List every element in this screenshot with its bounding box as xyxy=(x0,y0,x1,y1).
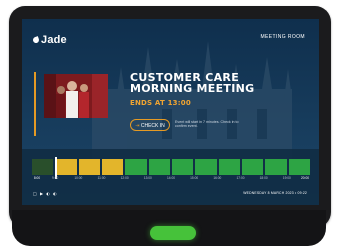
timeline-tick-label: 20:00 xyxy=(301,176,309,180)
display-screen: Jade MEETING ROOM CUSTOMER CARE MORNING … xyxy=(22,19,319,205)
arrow-in-icon: ⇥ xyxy=(135,123,140,129)
check-in-button[interactable]: ⇥ CHECK IN xyxy=(130,119,170,131)
day-timeline xyxy=(32,159,310,175)
timeline-tick-label: 16:00 xyxy=(213,176,222,180)
people-image xyxy=(44,74,108,118)
timeline-tick-label: 18:00 xyxy=(259,176,268,180)
timeline-tick-label: 8:00 xyxy=(33,176,41,180)
meeting-end-time: ENDS AT 13:00 xyxy=(130,99,191,107)
timeline-tick-label: 15:00 xyxy=(190,176,199,180)
timeline-tick-label: 12:00 xyxy=(120,176,129,180)
current-datetime: WEDNESDAY 8 MARCH 2023 • 09:22 xyxy=(243,191,307,195)
checkin-note: Event will start in 7 minutes. Check in … xyxy=(175,120,239,129)
timeline-slot-free[interactable] xyxy=(265,159,287,175)
timeline-slot-free[interactable] xyxy=(241,159,264,175)
timeline-tick-label: 19:00 xyxy=(282,176,291,180)
timeline-tick-label: 10:00 xyxy=(74,176,83,180)
accent-bar xyxy=(34,72,36,136)
timeline-slot-free[interactable] xyxy=(148,159,170,175)
timeline-tick-label: 17:00 xyxy=(236,176,245,180)
status-led xyxy=(150,226,196,240)
logo-text: Jade xyxy=(41,34,67,46)
timeline-ticks: 8:00 9:00 10:00 11:00 12:00 13:00 14:00 15:00 16… xyxy=(32,176,310,182)
timeline-tick-label: 9:00 xyxy=(52,176,59,180)
meeting-title: CUSTOMER CARE MORNING MEETING xyxy=(130,71,255,95)
timeline-tick-label: 13:00 xyxy=(143,176,152,180)
timeline-tick-label: 14:00 xyxy=(167,176,175,180)
timeline-slot-occupied xyxy=(55,159,77,175)
check-in-label: CHECK IN xyxy=(140,123,165,129)
timeline-slot-free[interactable] xyxy=(195,159,217,175)
timeline-slot-occupied xyxy=(101,159,124,175)
timeline-slot-free[interactable] xyxy=(218,159,240,175)
app-logo: Jade xyxy=(32,34,67,46)
timeline-slot-free[interactable] xyxy=(288,159,310,175)
leaf-icon xyxy=(32,36,40,44)
timeline-slot-past xyxy=(32,159,54,175)
timeline-slot-free[interactable] xyxy=(171,159,194,175)
timeline-slot-occupied xyxy=(78,159,100,175)
status-icons: □ ▶ ◐ ◐ xyxy=(33,191,58,196)
timeline-tick-label: 11:00 xyxy=(97,176,106,180)
timeline-slot-free[interactable] xyxy=(125,159,147,175)
meeting-photo xyxy=(44,74,108,118)
room-label: MEETING ROOM xyxy=(260,34,305,40)
